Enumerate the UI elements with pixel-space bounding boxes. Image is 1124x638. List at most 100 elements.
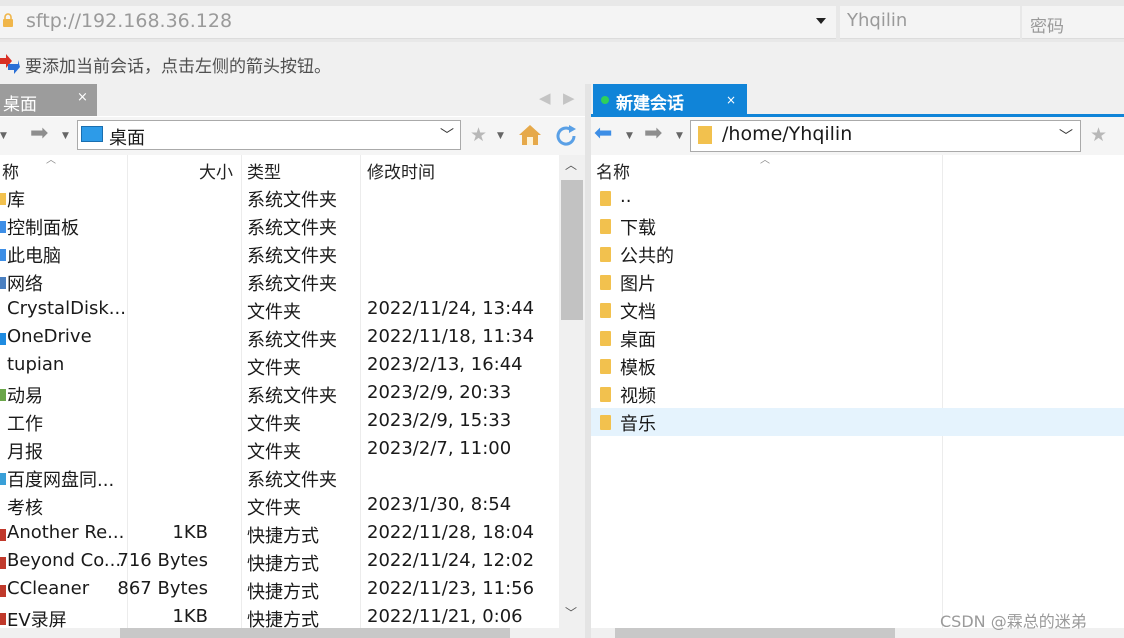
file-modified: 2023/2/9, 15:33 bbox=[367, 410, 512, 431]
table-row[interactable]: 此电脑 系统文件夹 bbox=[0, 240, 559, 268]
list-item[interactable]: 音乐 bbox=[591, 408, 1124, 436]
home-icon[interactable] bbox=[518, 124, 542, 146]
table-row[interactable]: 工作 文件夹 2023/2/9, 15:33 bbox=[0, 408, 559, 436]
file-modified: 2023/2/9, 20:33 bbox=[367, 382, 512, 403]
table-row[interactable]: Beyond Co... 716 Bytes 快捷方式 2022/11/24, 12:… bbox=[0, 548, 559, 576]
bookmark-star-icon[interactable]: ★ bbox=[470, 124, 487, 146]
left-horizontal-scroll-thumb[interactable] bbox=[120, 628, 510, 638]
computer-icon bbox=[0, 249, 6, 261]
back-history-dropdown-icon[interactable]: ▼ bbox=[0, 131, 7, 141]
right-horizontal-scroll-thumb[interactable] bbox=[615, 628, 895, 638]
bookmark-star-icon[interactable]: ★ bbox=[1090, 124, 1107, 146]
file-name: Another Re... bbox=[7, 522, 125, 543]
library-icon bbox=[0, 193, 6, 205]
hint-text: 要添加当前会话，点击左侧的箭头按钮。 bbox=[25, 57, 331, 77]
add-session-arrow-icon[interactable] bbox=[0, 54, 20, 74]
app-shortcut-icon bbox=[0, 585, 6, 597]
file-name: 桌面 bbox=[620, 330, 656, 351]
list-item[interactable]: .. bbox=[591, 184, 1124, 212]
column-header-modified[interactable]: 修改时间 bbox=[367, 158, 435, 183]
tab-desktop-label: 桌面 bbox=[3, 95, 37, 115]
file-size: 1KB bbox=[172, 606, 208, 627]
sort-ascending-icon: ︿ bbox=[760, 155, 770, 166]
forward-arrow-icon[interactable]: ➡ bbox=[30, 121, 48, 146]
file-type: 快捷方式 bbox=[247, 582, 319, 603]
folder-icon bbox=[0, 305, 6, 317]
file-name: OneDrive bbox=[7, 326, 92, 347]
folder-icon bbox=[600, 303, 611, 318]
file-type: 文件夹 bbox=[247, 358, 301, 379]
list-item[interactable]: 公共的 bbox=[591, 240, 1124, 268]
table-row[interactable]: 库 系统文件夹 bbox=[0, 184, 559, 212]
scroll-down-icon[interactable]: ﹀ bbox=[565, 604, 577, 621]
file-size: 1KB bbox=[172, 522, 208, 543]
column-header-type[interactable]: 类型 bbox=[247, 158, 281, 183]
username-input[interactable]: Yhqilin bbox=[847, 10, 907, 31]
column-header-name[interactable]: 名称 bbox=[596, 158, 630, 183]
left-path-dropdown-icon[interactable]: ﹀ bbox=[440, 125, 454, 145]
app-shortcut-icon bbox=[0, 613, 6, 625]
left-path-input[interactable]: 桌面 bbox=[109, 124, 145, 150]
table-row[interactable]: 网络 系统文件夹 bbox=[0, 268, 559, 296]
table-row[interactable]: CCleaner 867 Bytes 快捷方式 2022/11/23, 11:56 bbox=[0, 576, 559, 604]
table-row[interactable]: tupian 文件夹 2023/2/13, 16:44 bbox=[0, 352, 559, 380]
table-row[interactable]: 控制面板 系统文件夹 bbox=[0, 212, 559, 240]
table-row[interactable]: Another Re... 1KB 快捷方式 2022/11/28, 18:04 bbox=[0, 520, 559, 548]
file-name: 月报 bbox=[7, 442, 43, 463]
table-row[interactable]: 考核 文件夹 2023/1/30, 8:54 bbox=[0, 492, 559, 520]
back-history-dropdown-icon[interactable]: ▼ bbox=[626, 131, 633, 141]
system-folder-icon bbox=[0, 389, 6, 401]
table-row[interactable]: 月报 文件夹 2023/2/7, 11:00 bbox=[0, 436, 559, 464]
forward-arrow-icon[interactable]: ➡ bbox=[644, 121, 662, 146]
table-row[interactable]: CrystalDisk... 文件夹 2022/11/24, 13:44 bbox=[0, 296, 559, 324]
file-type: 文件夹 bbox=[247, 442, 301, 463]
file-size: 716 Bytes bbox=[117, 550, 208, 571]
right-path-dropdown-icon[interactable]: ﹀ bbox=[1059, 126, 1073, 146]
password-input[interactable]: 密码 bbox=[1030, 12, 1064, 37]
onedrive-icon bbox=[0, 333, 6, 345]
forward-history-dropdown-icon[interactable]: ▼ bbox=[62, 131, 69, 141]
column-header-size[interactable]: 大小 bbox=[199, 158, 233, 183]
list-item[interactable]: 模板 bbox=[591, 352, 1124, 380]
file-name: tupian bbox=[7, 354, 65, 375]
left-vertical-scroll-thumb[interactable] bbox=[561, 180, 583, 320]
folder-icon bbox=[600, 191, 611, 206]
file-modified: 2023/2/13, 16:44 bbox=[367, 354, 523, 375]
folder-icon bbox=[600, 331, 611, 346]
address-input[interactable]: sftp://192.168.36.128 bbox=[26, 10, 232, 32]
file-name: 音乐 bbox=[620, 414, 656, 435]
file-type: 系统文件夹 bbox=[247, 218, 337, 239]
right-path-input[interactable]: /home/Yhqilin bbox=[722, 123, 852, 145]
file-type: 快捷方式 bbox=[247, 554, 319, 575]
tab-scroll-left-icon[interactable]: ◀ bbox=[539, 89, 551, 107]
app-shortcut-icon bbox=[0, 529, 6, 541]
list-item[interactable]: 桌面 bbox=[591, 324, 1124, 352]
file-name: 库 bbox=[7, 190, 25, 211]
list-item[interactable]: 图片 bbox=[591, 268, 1124, 296]
list-item[interactable]: 下载 bbox=[591, 212, 1124, 240]
column-header-name[interactable]: 称 bbox=[2, 158, 19, 183]
tab-desktop-close-icon[interactable]: × bbox=[77, 90, 88, 105]
table-row[interactable]: 动易 系统文件夹 2023/2/9, 20:33 bbox=[0, 380, 559, 408]
file-type: 快捷方式 bbox=[247, 526, 319, 547]
back-arrow-icon[interactable]: ⬅ bbox=[594, 121, 612, 146]
folder-icon bbox=[0, 417, 6, 429]
tab-new-session-close-icon[interactable]: × bbox=[726, 93, 736, 107]
file-name: 图片 bbox=[620, 274, 656, 295]
forward-history-dropdown-icon[interactable]: ▼ bbox=[676, 131, 683, 141]
tab-scroll-right-icon[interactable]: ▶ bbox=[563, 89, 575, 107]
folder-icon bbox=[600, 387, 611, 402]
list-item[interactable]: 文档 bbox=[591, 296, 1124, 324]
list-item[interactable]: 视频 bbox=[591, 380, 1124, 408]
file-name: .. bbox=[620, 186, 632, 207]
address-dropdown-icon[interactable] bbox=[816, 18, 826, 24]
scroll-up-icon[interactable]: ︿ bbox=[565, 156, 577, 173]
table-row[interactable]: 百度网盘同... 系统文件夹 bbox=[0, 464, 559, 492]
table-row[interactable]: OneDrive 系统文件夹 2022/11/18, 11:34 bbox=[0, 324, 559, 352]
file-type: 系统文件夹 bbox=[247, 274, 337, 295]
file-name: 下载 bbox=[620, 218, 656, 239]
file-type: 系统文件夹 bbox=[247, 386, 337, 407]
bookmark-dropdown-icon[interactable]: ▼ bbox=[497, 131, 504, 141]
refresh-icon[interactable] bbox=[553, 123, 579, 149]
file-name: 网络 bbox=[7, 274, 43, 295]
